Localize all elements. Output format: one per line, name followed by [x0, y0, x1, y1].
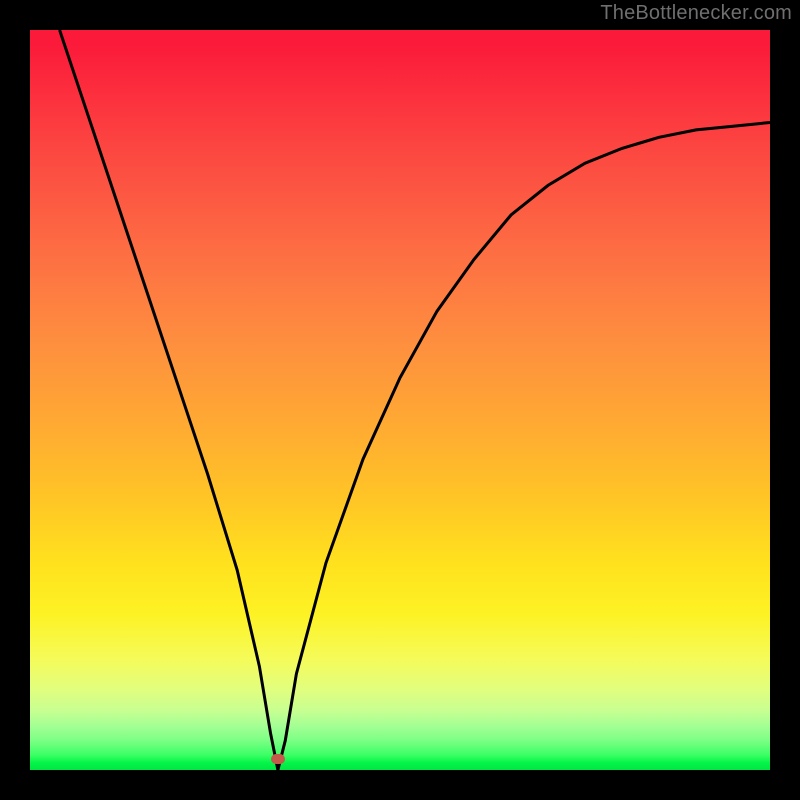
optimum-marker [271, 754, 285, 764]
curve-path [60, 30, 770, 770]
watermark-text: TheBottlenecker.com [600, 2, 792, 25]
bottleneck-curve [30, 30, 770, 770]
chart-frame: TheBottlenecker.com [0, 0, 800, 800]
